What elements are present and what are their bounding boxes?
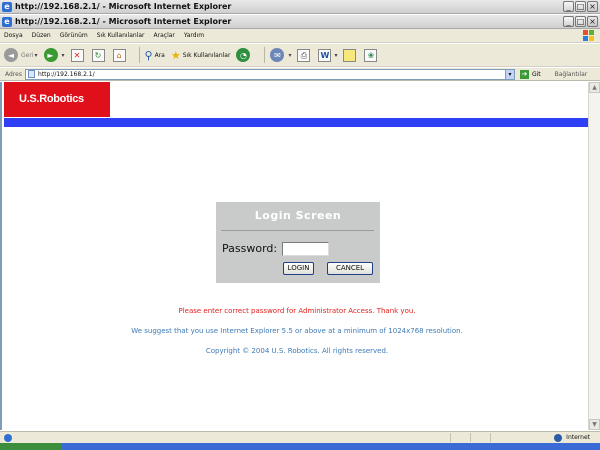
outer-close-button[interactable]: × xyxy=(587,1,598,12)
page-content: U.S.Robotics Login Screen Password: LOGI… xyxy=(0,82,600,430)
toolbar-separator xyxy=(138,47,140,63)
login-button[interactable]: LOGIN xyxy=(283,262,314,275)
menu-sik-kullanilanlar[interactable]: Sık Kullanılanlar xyxy=(97,32,145,39)
discuss-button[interactable] xyxy=(343,48,358,62)
search-button[interactable]: ⚲ Ara xyxy=(145,49,165,62)
status-cell xyxy=(470,433,490,442)
favorites-label: Sık Kullanılanlar xyxy=(182,51,231,59)
word-icon: W xyxy=(318,48,332,62)
windows-logo-icon xyxy=(583,30,594,41)
toolbar: ◄ Geri ▾ ► ▾ ✕ ↻ ⌂ ⚲ Ara ★ Sık Kullanıla… xyxy=(0,44,600,67)
history-icon: ◔ xyxy=(236,48,251,62)
ie-icon: e xyxy=(2,1,12,12)
chevron-down-icon[interactable]: ▾ xyxy=(34,52,37,59)
star-icon: ★ xyxy=(170,48,181,62)
home-button[interactable]: ⌂ xyxy=(112,48,128,62)
scroll-down-icon[interactable]: ▼ xyxy=(589,419,600,430)
maximize-button[interactable]: □ xyxy=(575,16,586,27)
copyright-text: Copyright © 2004 U.S. Robotics. All righ… xyxy=(205,347,389,355)
login-title: Login Screen xyxy=(254,209,342,222)
menu-bar: Dosya Düzen Görünüm Sık Kullanılanlar Ar… xyxy=(0,29,600,43)
ie-icon: e xyxy=(2,16,12,27)
close-button[interactable]: × xyxy=(587,16,598,27)
outer-title-bar: e http://192.168.2.1/ - Microsoft Intern… xyxy=(0,0,600,14)
favorites-button[interactable]: ★ Sık Kullanılanlar xyxy=(171,49,231,62)
forward-button[interactable]: ► ▾ xyxy=(43,48,65,62)
chevron-down-icon[interactable]: ▾ xyxy=(288,52,291,59)
go-label: Git xyxy=(531,70,541,78)
messenger-icon: ❀ xyxy=(364,48,378,62)
home-icon: ⌂ xyxy=(112,48,126,62)
login-panel: Login Screen Password: LOGIN CANCEL xyxy=(216,202,380,283)
outer-maximize-button[interactable]: □ xyxy=(575,1,586,12)
chevron-down-icon[interactable]: ▾ xyxy=(334,52,337,59)
usrobotics-logo: U.S.Robotics xyxy=(4,82,110,117)
outer-window-title: http://192.168.2.1/ - Microsoft Internet… xyxy=(15,2,232,11)
search-label: Ara xyxy=(154,51,165,59)
mail-icon: ✉ xyxy=(270,48,285,62)
refresh-icon: ↻ xyxy=(91,48,105,62)
password-input[interactable] xyxy=(282,242,329,256)
address-label: Adres xyxy=(5,70,22,78)
address-value[interactable]: http://192.168.2.1/ xyxy=(38,71,95,78)
forward-arrow-icon: ► xyxy=(43,48,58,62)
back-label: Geri xyxy=(21,51,34,59)
mail-button[interactable]: ✉ ▾ xyxy=(270,48,291,62)
divider xyxy=(221,230,374,231)
go-arrow-icon: ➔ xyxy=(519,69,529,79)
chevron-down-icon[interactable]: ▾ xyxy=(62,52,65,59)
toolbar-separator xyxy=(264,47,266,63)
back-arrow-icon: ◄ xyxy=(4,48,18,62)
history-button[interactable]: ◔ xyxy=(236,48,253,62)
print-button[interactable]: ⎙ xyxy=(297,48,312,62)
search-icon: ⚲ xyxy=(144,48,153,62)
go-button[interactable]: ➔ Git xyxy=(519,69,541,79)
note-icon xyxy=(343,48,357,62)
chevron-down-icon[interactable]: ▾ xyxy=(504,69,514,79)
vertical-scrollbar[interactable]: ▲ ▼ xyxy=(588,82,600,430)
taskbar xyxy=(0,443,600,450)
edit-button[interactable]: W ▾ xyxy=(318,48,337,62)
menu-yardim[interactable]: Yardım xyxy=(184,32,204,39)
menu-duzen[interactable]: Düzen xyxy=(32,32,51,39)
cancel-button[interactable]: CANCEL xyxy=(327,262,373,275)
refresh-button[interactable]: ↻ xyxy=(91,48,107,62)
title-bar: e http://192.168.2.1/ - Microsoft Intern… xyxy=(0,15,600,29)
header-blue-bar xyxy=(4,118,591,127)
minimize-button[interactable]: _ xyxy=(563,16,574,27)
scroll-up-icon[interactable]: ▲ xyxy=(589,82,600,93)
messenger-button[interactable]: ❀ xyxy=(364,48,379,62)
start-button[interactable] xyxy=(0,443,62,450)
page-status-icon xyxy=(4,433,12,442)
links-button[interactable]: Bağlantılar xyxy=(555,71,588,78)
menu-dosya[interactable]: Dosya xyxy=(4,32,23,39)
error-message: Please enter correct password for Admini… xyxy=(178,307,416,315)
address-bar: Adres http://192.168.2.1/ ▾ ➔ Git Bağlan… xyxy=(0,68,600,81)
stop-button[interactable]: ✕ xyxy=(70,48,86,62)
back-button[interactable]: ◄ Geri ▾ xyxy=(4,48,38,62)
window-title: http://192.168.2.1/ - Microsoft Internet… xyxy=(15,17,232,26)
printer-icon: ⎙ xyxy=(297,48,311,62)
status-cell xyxy=(450,433,470,442)
address-input[interactable]: http://192.168.2.1/ ▾ xyxy=(24,68,515,80)
menu-gorunum[interactable]: Görünüm xyxy=(60,32,88,39)
stop-icon: ✕ xyxy=(70,48,84,62)
zone-label: Internet xyxy=(566,434,590,441)
status-cells xyxy=(450,433,510,442)
menu-araclar[interactable]: Araçlar xyxy=(154,32,175,39)
password-label: Password: xyxy=(222,242,278,255)
status-cell xyxy=(490,433,510,442)
outer-minimize-button[interactable]: _ xyxy=(563,1,574,12)
globe-icon xyxy=(554,433,563,442)
browser-suggestion: We suggest that you use Internet Explore… xyxy=(131,327,463,335)
page-icon xyxy=(27,70,35,78)
status-bar: Internet xyxy=(0,431,600,443)
security-zone: Internet xyxy=(554,432,590,443)
